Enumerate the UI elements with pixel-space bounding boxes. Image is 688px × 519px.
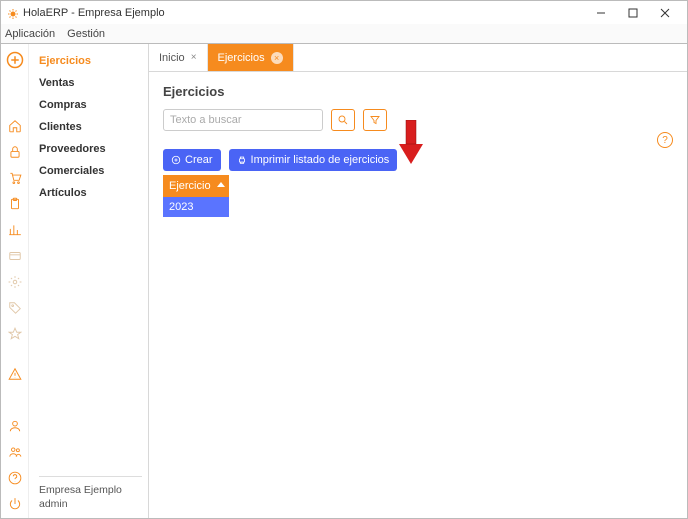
iconbar <box>1 44 29 518</box>
cell-value: 2023 <box>169 201 193 213</box>
chart-icon[interactable] <box>8 218 22 242</box>
cart-icon[interactable] <box>8 166 22 190</box>
minimize-button[interactable] <box>585 3 617 23</box>
tab-ejercicios[interactable]: Ejercicios × <box>208 44 294 71</box>
create-label: Crear <box>185 154 213 166</box>
tabs: Inicio × Ejercicios × <box>149 44 687 72</box>
maximize-button[interactable] <box>617 3 649 23</box>
sidebar-item-clientes[interactable]: Clientes <box>39 116 142 138</box>
close-button[interactable] <box>649 3 681 23</box>
tab-inicio[interactable]: Inicio × <box>149 44 208 71</box>
page-title: Ejercicios <box>163 84 673 99</box>
tab-label: Ejercicios <box>218 52 265 64</box>
users-icon[interactable] <box>8 440 22 464</box>
help-label: ? <box>662 135 668 146</box>
add-icon[interactable] <box>6 48 24 72</box>
action-row: Crear Imprimir listado de ejercicios <box>163 149 673 171</box>
sidebar-item-articulos[interactable]: Artículos <box>39 182 142 204</box>
menubar: Aplicación Gestión <box>0 24 688 44</box>
context-help-button[interactable]: ? <box>657 132 673 148</box>
menu-aplicacion[interactable]: Aplicación <box>5 28 55 40</box>
toolbar: Texto a buscar <box>163 109 673 131</box>
close-icon[interactable]: × <box>191 52 197 63</box>
sidebar-item-ejercicios[interactable]: Ejercicios <box>39 50 142 72</box>
search-placeholder: Texto a buscar <box>170 114 242 126</box>
sidebar: Ejercicios Ventas Compras Clientes Prove… <box>29 44 149 518</box>
home-icon[interactable] <box>8 114 22 138</box>
clipboard-icon[interactable] <box>8 192 22 216</box>
sidebar-item-ventas[interactable]: Ventas <box>39 72 142 94</box>
tag-icon[interactable] <box>8 296 22 320</box>
search-button[interactable] <box>331 109 355 131</box>
content-area: Ejercicios Texto a buscar ? Crear <box>149 72 687 518</box>
menu-gestion[interactable]: Gestión <box>67 28 105 40</box>
window-title: HolaERP - Empresa Ejemplo <box>23 7 585 19</box>
sort-asc-icon <box>217 182 225 187</box>
sidebar-item-proveedores[interactable]: Proveedores <box>39 138 142 160</box>
footer-user: admin <box>39 497 142 512</box>
star-icon[interactable] <box>8 322 22 346</box>
sidebar-item-compras[interactable]: Compras <box>39 94 142 116</box>
grid-header[interactable]: Ejercicio <box>163 175 229 197</box>
main-panel: Inicio × Ejercicios × Ejercicios Texto a… <box>149 44 687 518</box>
lock-icon[interactable] <box>8 140 22 164</box>
power-icon[interactable] <box>8 492 22 516</box>
table-row[interactable]: 2023 <box>163 197 229 217</box>
tab-label: Inicio <box>159 52 185 64</box>
help-icon[interactable] <box>8 466 22 490</box>
settings-icon[interactable] <box>8 270 22 294</box>
create-button[interactable]: Crear <box>163 149 221 171</box>
footer-company: Empresa Ejemplo <box>39 483 142 498</box>
grid-header-label: Ejercicio <box>169 180 211 192</box>
close-icon[interactable]: × <box>271 52 283 64</box>
search-input[interactable]: Texto a buscar <box>163 109 323 131</box>
print-button[interactable]: Imprimir listado de ejercicios <box>229 149 398 171</box>
user-icon[interactable] <box>8 414 22 438</box>
sidebar-item-comerciales[interactable]: Comerciales <box>39 160 142 182</box>
card-icon[interactable] <box>8 244 22 268</box>
sidebar-footer: Empresa Ejemplo admin <box>39 476 142 512</box>
app-icon <box>7 7 19 19</box>
titlebar: HolaERP - Empresa Ejemplo <box>0 0 688 24</box>
print-label: Imprimir listado de ejercicios <box>251 154 390 166</box>
warning-icon[interactable] <box>8 362 22 386</box>
filter-button[interactable] <box>363 109 387 131</box>
